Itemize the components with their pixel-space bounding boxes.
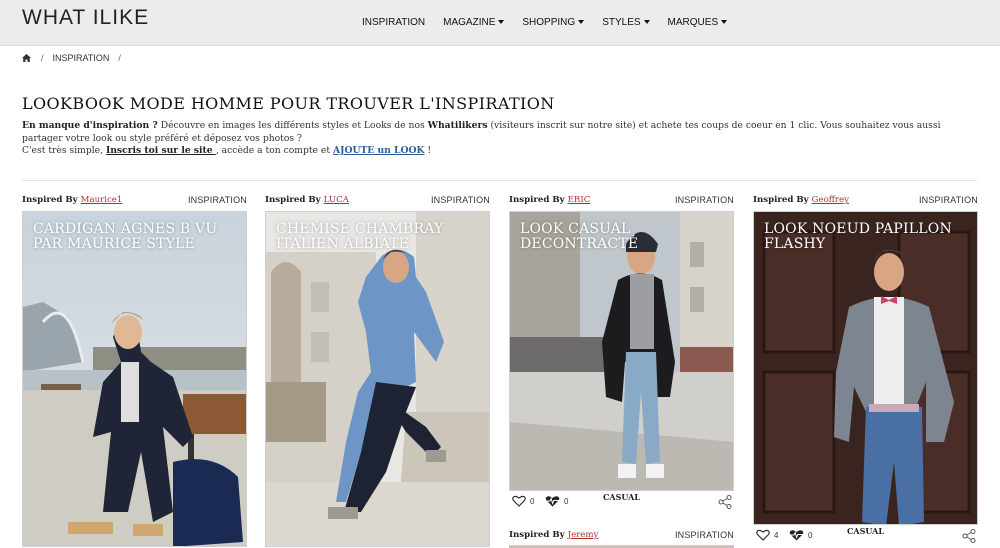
look-title[interactable]: CARDIGAN AGNES B VU PAR MAURICE STYLE	[33, 222, 238, 252]
inspired-by-label: Inspired By	[22, 195, 78, 205]
card-header: Inspired By LUCA INSPIRATION	[265, 195, 490, 209]
inspired-by-label: Inspired By	[753, 195, 809, 205]
look-title[interactable]: LOOK CASUAL DECONTRACTÉ	[520, 222, 725, 252]
share-icon	[962, 529, 976, 543]
author-link[interactable]: ERIC	[568, 195, 591, 205]
author-link[interactable]: Maurice1	[81, 195, 123, 205]
category-label[interactable]: INSPIRATION	[431, 195, 490, 205]
look-photo[interactable]: CARDIGAN AGNES B VU PAR MAURICE STYLE	[22, 211, 247, 547]
signup-link[interactable]: Inscris toi sur le site	[106, 145, 216, 156]
intro-text-5: !	[424, 145, 432, 157]
author-link[interactable]: Geoffrey	[812, 195, 849, 205]
breadcrumb-current[interactable]: INSPIRATION	[53, 53, 110, 63]
card-header: Inspired By ERIC INSPIRATION	[509, 195, 734, 209]
category-label[interactable]: INSPIRATION	[188, 195, 247, 205]
inspired-by-label: Inspired By	[265, 195, 321, 205]
card-header: Inspired By Maurice1 INSPIRATION	[22, 195, 247, 209]
category-label[interactable]: INSPIRATION	[675, 195, 734, 205]
card-header: Inspired By Jeremy INSPIRATION	[509, 530, 734, 544]
nav-label: INSPIRATION	[362, 17, 426, 28]
card-header: Inspired By Geoffrey INSPIRATION	[753, 195, 978, 209]
card-footer: 0 0 CASUAL	[509, 492, 734, 512]
style-label[interactable]: CASUAL	[509, 492, 734, 502]
intro-lead: En manque d'inspiration ?	[22, 120, 158, 131]
nav-label: SHOPPING	[522, 17, 576, 28]
nav-styles[interactable]: STYLES	[602, 17, 650, 28]
look-title[interactable]: CHEMISE CHAMBRAY ITALIEN ALBIATE	[276, 222, 481, 252]
page-title: LOOKBOOK MODE HOMME POUR TROUVER L'INSPI…	[22, 94, 555, 113]
look-photo[interactable]: LOOK CASUAL DECONTRACTÉ	[509, 211, 734, 491]
site-logo[interactable]: WHAT ILIKE	[22, 6, 149, 30]
nav-magazine[interactable]: MAGAZINE	[443, 17, 505, 28]
look-photo-image	[266, 212, 489, 546]
author-link[interactable]: LUCA	[324, 195, 349, 205]
intro-text-4: , accède a ton compte et	[215, 145, 333, 157]
intro-text-3: C'est très simple,	[22, 145, 106, 157]
category-label[interactable]: INSPIRATION	[919, 195, 978, 205]
inspired-by-label: Inspired By	[509, 530, 565, 540]
nav-label: MAGAZINE	[443, 17, 496, 28]
caret-down-icon	[721, 20, 728, 24]
add-look-link[interactable]: AJOUTE un LOOK	[333, 145, 425, 156]
look-photo[interactable]: CHEMISE CHAMBRAY ITALIEN ALBIATE	[265, 211, 490, 547]
caret-down-icon	[643, 20, 650, 24]
top-navbar: WHAT ILIKE INSPIRATION MAGAZINE SHOPPING…	[0, 0, 1000, 46]
look-photo[interactable]: LOOK NOEUD PAPILLON FLASHY	[753, 211, 978, 525]
breadcrumb: / INSPIRATION /	[22, 53, 130, 63]
caret-down-icon	[578, 20, 585, 24]
style-label[interactable]: CASUAL	[753, 526, 978, 536]
breadcrumb-separator: /	[41, 53, 44, 63]
nav-shopping[interactable]: SHOPPING	[522, 17, 585, 28]
breadcrumb-separator: /	[118, 53, 121, 63]
author-link[interactable]: Jeremy	[568, 530, 599, 540]
intro-text-1: Découvre en images les différents styles…	[157, 120, 428, 131]
nav-marques[interactable]: MARQUES	[668, 17, 728, 28]
nav-inspiration[interactable]: INSPIRATION	[362, 17, 425, 28]
intro-text: En manque d'inspiration ? Découvre en im…	[22, 120, 977, 158]
share-button[interactable]	[962, 529, 976, 548]
card-footer: 4 0 CASUAL	[753, 526, 978, 546]
nav-label: MARQUES	[667, 17, 719, 28]
home-icon[interactable]	[22, 54, 31, 62]
intro-whatilikers: Whatilikers	[427, 120, 488, 131]
nav-label: STYLES	[602, 17, 641, 28]
look-photo-image	[754, 212, 977, 524]
category-label[interactable]: INSPIRATION	[675, 530, 734, 540]
inspired-by-label: Inspired By	[509, 195, 565, 205]
look-title[interactable]: LOOK NOEUD PAPILLON FLASHY	[764, 222, 969, 252]
share-button[interactable]	[718, 495, 732, 514]
share-icon	[718, 495, 732, 509]
look-photo-image	[23, 212, 246, 546]
main-nav: INSPIRATION MAGAZINE SHOPPING STYLES MAR…	[362, 17, 745, 28]
caret-down-icon	[498, 20, 505, 24]
look-photo-image	[510, 212, 733, 490]
divider	[22, 180, 977, 181]
